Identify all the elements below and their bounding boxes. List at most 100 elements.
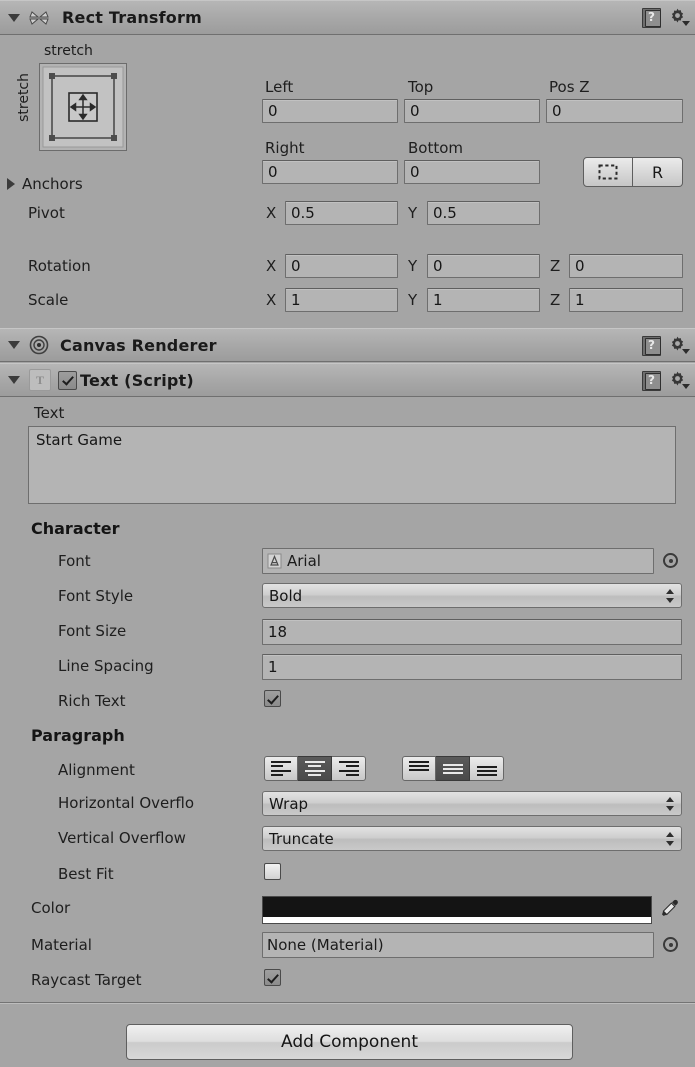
component-header-rect-transform[interactable]: Rect Transform ? <box>0 0 695 35</box>
input-rotation-y[interactable]: 0 <box>427 254 540 278</box>
component-title-rect-transform: Rect Transform <box>62 8 202 27</box>
align-middle-button[interactable] <box>436 756 470 781</box>
dropdown-horizontal-overflow[interactable]: Wrap <box>262 791 682 816</box>
align-top-button[interactable] <box>402 756 436 781</box>
axis-label-rotation-x: X <box>266 257 277 275</box>
font-style-value: Bold <box>269 586 303 605</box>
eyedropper-icon[interactable] <box>658 898 678 918</box>
label-raycast-target: Raycast Target <box>31 971 142 989</box>
anchor-stretch-stretch-icon[interactable] <box>39 63 127 151</box>
unity-inspector-panel: Rect Transform ? stretch stretch Left To… <box>0 0 695 1067</box>
object-picker-icon[interactable] <box>663 553 678 568</box>
dropdown-vertical-overflow[interactable]: Truncate <box>262 826 682 851</box>
label-anchors: Anchors <box>22 175 83 193</box>
input-rotation-x[interactable]: 0 <box>285 254 398 278</box>
label-bottom: Bottom <box>408 139 464 157</box>
help-book-icon[interactable]: ? <box>642 370 661 391</box>
section-header-paragraph: Paragraph <box>31 726 125 745</box>
label-right: Right <box>265 139 305 157</box>
component-header-canvas-renderer[interactable]: Canvas Renderer ? <box>0 328 695 362</box>
header-actions-rect-transform: ? <box>642 1 690 33</box>
font-asset-icon <box>267 553 282 569</box>
add-component-button[interactable]: Add Component <box>126 1024 573 1060</box>
input-top[interactable]: 0 <box>404 99 540 123</box>
checkbox-raycast-target[interactable] <box>264 969 281 986</box>
horizontal-overflow-value: Wrap <box>269 794 309 813</box>
input-scale-z[interactable]: 1 <box>569 288 683 312</box>
textarea-text[interactable]: Start Game <box>28 426 676 504</box>
align-top-icon <box>409 761 429 776</box>
label-text: Text <box>34 404 65 422</box>
label-top: Top <box>408 78 434 96</box>
input-scale-y[interactable]: 1 <box>427 288 540 312</box>
section-header-character: Character <box>31 519 120 538</box>
row-anchors[interactable]: Anchors <box>0 170 83 198</box>
blueprint-mode-button[interactable] <box>583 157 633 187</box>
alignment-vertical-group <box>402 756 504 781</box>
label-left: Left <box>265 78 294 96</box>
input-rotation-z[interactable]: 0 <box>569 254 683 278</box>
align-center-button[interactable] <box>298 756 332 781</box>
raw-edit-mode-button[interactable]: R <box>633 157 683 187</box>
component-title-canvas-renderer: Canvas Renderer <box>60 335 217 355</box>
input-pivot-x[interactable]: 0.5 <box>285 201 398 225</box>
foldout-rect-transform[interactable] <box>4 2 24 34</box>
input-font-size[interactable]: 18 <box>262 619 682 645</box>
chevron-down-icon <box>8 376 20 384</box>
axis-label-pivot-x: X <box>266 204 277 222</box>
align-middle-icon <box>442 761 463 776</box>
axis-label-rotation-z: Z <box>550 257 561 275</box>
chevron-down-icon <box>682 384 690 389</box>
checkbox-best-fit[interactable] <box>264 863 281 880</box>
foldout-anchors[interactable] <box>0 178 22 190</box>
gear-icon[interactable] <box>669 335 690 355</box>
align-bottom-icon <box>476 761 497 776</box>
component-title-text-script: Text (Script) <box>80 370 194 390</box>
label-line-spacing: Line Spacing <box>58 657 154 675</box>
label-horizontal-overflow: Horizontal Overflo <box>58 794 195 812</box>
align-left-button[interactable] <box>264 756 298 781</box>
label-rotation: Rotation <box>28 257 91 275</box>
blueprint-rect-icon <box>598 164 618 180</box>
label-material: Material <box>31 936 92 954</box>
textarea-text-value: Start Game <box>36 431 123 449</box>
canvas-renderer-icon <box>28 334 50 356</box>
gear-icon[interactable] <box>669 370 690 390</box>
checkbox-text-enabled[interactable] <box>58 370 77 390</box>
color-swatch-field[interactable] <box>262 896 652 924</box>
gear-icon[interactable] <box>669 7 690 27</box>
help-book-icon[interactable]: ? <box>642 335 661 356</box>
raw-edit-label: R <box>651 162 664 182</box>
anchor-preset-widget[interactable]: stretch stretch <box>14 43 134 163</box>
align-bottom-button[interactable] <box>470 756 504 781</box>
input-left[interactable]: 0 <box>262 99 398 123</box>
input-scale-x[interactable]: 1 <box>285 288 398 312</box>
input-right[interactable]: 0 <box>262 160 398 184</box>
label-pivot: Pivot <box>28 204 65 222</box>
chevron-down-icon <box>8 341 20 349</box>
axis-label-pivot-y: Y <box>408 204 418 222</box>
rect-transform-icon <box>26 6 52 30</box>
color-swatch-main <box>263 897 651 917</box>
align-right-button[interactable] <box>332 756 366 781</box>
input-font[interactable]: Arial <box>262 548 654 574</box>
input-line-spacing[interactable]: 1 <box>262 654 682 680</box>
axis-label-scale-x: X <box>266 291 277 309</box>
chevron-down-icon <box>682 21 690 26</box>
object-picker-icon[interactable] <box>663 937 678 952</box>
foldout-canvas-renderer[interactable] <box>4 329 24 361</box>
axis-label-scale-y: Y <box>408 291 418 309</box>
input-material[interactable]: None (Material) <box>262 932 654 958</box>
label-rich-text: Rich Text <box>58 692 126 710</box>
checkbox-rich-text[interactable] <box>264 690 281 707</box>
help-book-icon[interactable]: ? <box>642 7 661 28</box>
align-right-icon <box>338 761 359 776</box>
axis-label-scale-z: Z <box>550 291 561 309</box>
input-pos-z[interactable]: 0 <box>546 99 683 123</box>
input-bottom[interactable]: 0 <box>404 160 540 184</box>
foldout-text-script[interactable] <box>4 364 24 396</box>
dropdown-font-style[interactable]: Bold <box>262 583 682 608</box>
component-header-text-script[interactable]: T Text (Script) ? <box>0 363 695 397</box>
input-pivot-y[interactable]: 0.5 <box>427 201 540 225</box>
checkmark-icon <box>62 374 74 386</box>
